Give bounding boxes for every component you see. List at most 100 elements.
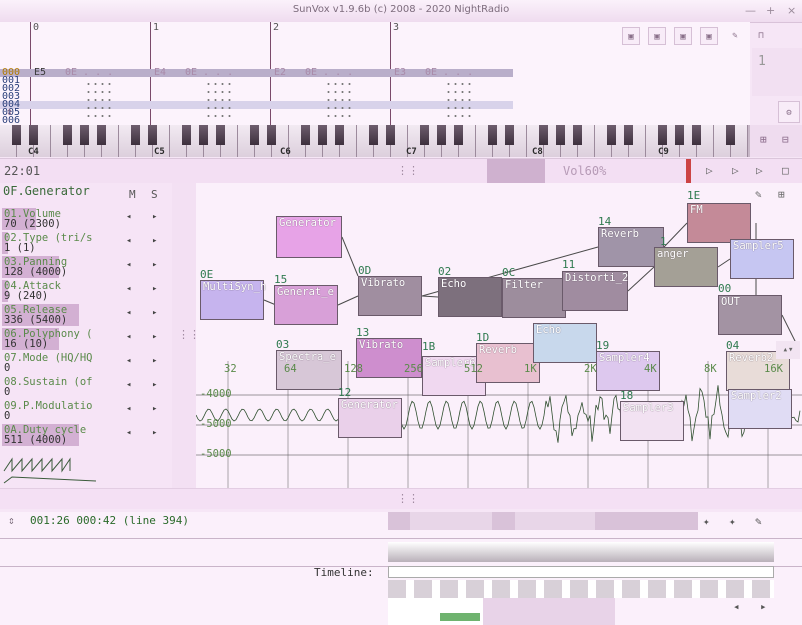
piano-black-key[interactable] xyxy=(658,125,667,145)
piano-black-key[interactable] xyxy=(386,125,395,145)
param-slider[interactable]: 08.Sustain (of 0 ◂ ▸ xyxy=(2,376,168,398)
close-button[interactable]: × xyxy=(787,4,796,17)
pattern-note[interactable]: E3 xyxy=(394,67,406,78)
param-slider[interactable]: 07.Mode (HQ/HQ 0 ◂ ▸ xyxy=(2,352,168,374)
piano-black-key[interactable] xyxy=(692,125,701,145)
decrease-arrow-icon[interactable]: ◂ xyxy=(126,332,131,342)
module-node[interactable]: Sampler5 xyxy=(730,239,794,279)
edit-icon[interactable]: ▣ xyxy=(700,27,718,45)
increase-arrow-icon[interactable]: ▸ xyxy=(152,212,157,222)
module-node[interactable]: Echo xyxy=(438,277,502,317)
piano-black-key[interactable] xyxy=(573,125,582,145)
pin-icon[interactable]: ✦ xyxy=(703,515,710,528)
param-slider[interactable]: 01.Volume 70 (2300) ◂ ▸ xyxy=(2,208,168,230)
volume-label[interactable]: Vol60% xyxy=(563,164,606,178)
play-pattern-icon[interactable]: ▣ xyxy=(622,27,640,45)
decrease-arrow-icon[interactable]: ◂ xyxy=(126,284,131,294)
pattern-note[interactable]: 0E . . . xyxy=(425,67,473,78)
module-node[interactable]: Distorti_2 xyxy=(562,271,628,311)
decrease-arrow-icon[interactable]: ◂ xyxy=(126,404,131,414)
octave-scroll-icon[interactable]: ⇕ xyxy=(6,105,13,118)
pencil-icon[interactable]: ✎ xyxy=(755,515,762,528)
piano-black-key[interactable] xyxy=(318,125,327,145)
mute-button[interactable]: M xyxy=(129,188,136,201)
increase-arrow-icon[interactable]: ▸ xyxy=(152,404,157,414)
increase-arrow-icon[interactable]: ▸ xyxy=(152,332,157,342)
zoom-in-icon[interactable]: ⊞ xyxy=(760,133,767,146)
increase-arrow-icon[interactable]: ▸ xyxy=(152,428,157,438)
timeline-track[interactable] xyxy=(388,542,774,562)
pin-icon[interactable]: ✦ xyxy=(729,515,736,528)
piano-black-key[interactable] xyxy=(420,125,429,145)
piano-black-key[interactable] xyxy=(12,125,21,145)
module-node[interactable]: Echo xyxy=(533,323,597,363)
module-node[interactable]: anger xyxy=(654,247,718,287)
record-icon[interactable]: ▣ xyxy=(648,27,666,45)
param-slider[interactable]: 0A.Duty cycle 511 (4000) ◂ ▸ xyxy=(2,424,168,446)
piano-black-key[interactable] xyxy=(29,125,38,145)
settings-icon[interactable]: ⚙ xyxy=(778,101,800,123)
piano-keyboard[interactable]: C4 C5 C6 C7 C8 C9 xyxy=(0,125,750,157)
maximize-button[interactable]: + xyxy=(766,4,775,17)
piano-black-key[interactable] xyxy=(675,125,684,145)
stop-icon[interactable]: □ xyxy=(782,164,789,177)
module-node[interactable]: Sampler2 xyxy=(728,389,792,429)
lock-icon[interactable]: ⊓ xyxy=(752,27,770,45)
pencil-icon[interactable]: ✎ xyxy=(726,27,744,45)
module-node[interactable]: MultiSyn_h xyxy=(200,280,264,320)
module-node[interactable]: Generat_e xyxy=(274,285,338,325)
piano-black-key[interactable] xyxy=(335,125,344,145)
minimize-button[interactable]: — xyxy=(745,4,756,17)
scroll-left-icon[interactable]: ◂ xyxy=(733,600,740,613)
piano-black-key[interactable] xyxy=(148,125,157,145)
play-icon[interactable]: ▷ xyxy=(706,164,713,177)
timeline-panel[interactable]: ⇕ 001:26 000:42 (line 394) ✦ ✦ ✎ Timelin… xyxy=(0,512,802,625)
piano-black-key[interactable] xyxy=(624,125,633,145)
decrease-arrow-icon[interactable]: ◂ xyxy=(126,260,131,270)
module-node[interactable]: Sampler3 xyxy=(620,401,684,441)
play-pattern-icon[interactable]: ▷ xyxy=(756,164,763,177)
decrease-arrow-icon[interactable]: ◂ xyxy=(126,308,131,318)
timeline-scrollbar[interactable] xyxy=(388,566,774,578)
decrease-arrow-icon[interactable]: ◂ xyxy=(126,236,131,246)
increase-arrow-icon[interactable]: ▸ xyxy=(152,380,157,390)
piano-black-key[interactable] xyxy=(267,125,276,145)
scroll-right-icon[interactable]: ▸ xyxy=(760,600,767,613)
module-node[interactable]: Generator xyxy=(338,398,402,438)
module-graph[interactable]: MultiSyn_h 0E Generator Generat_e 15 Vibrato 0… xyxy=(196,183,802,488)
decrease-arrow-icon[interactable]: ◂ xyxy=(126,212,131,222)
loop-icon[interactable]: ▣ xyxy=(674,27,692,45)
zoom-out-icon[interactable]: ⊟ xyxy=(782,133,789,146)
param-slider[interactable]: 05.Release 336 (5400) ◂ ▸ xyxy=(2,304,168,326)
graph-scroll-icon[interactable]: ▴▾ xyxy=(776,341,800,359)
pattern-note[interactable]: E5 xyxy=(34,67,46,78)
module-node[interactable]: OUT xyxy=(718,295,782,335)
piano-black-key[interactable] xyxy=(505,125,514,145)
piano-black-key[interactable] xyxy=(454,125,463,145)
module-node[interactable]: FM xyxy=(687,203,751,243)
piano-black-key[interactable] xyxy=(250,125,259,145)
pattern-note[interactable]: 0E . . . xyxy=(185,67,233,78)
increase-arrow-icon[interactable]: ▸ xyxy=(152,356,157,366)
module-node[interactable]: Filter xyxy=(502,278,566,318)
increase-arrow-icon[interactable]: ▸ xyxy=(152,260,157,270)
piano-black-key[interactable] xyxy=(607,125,616,145)
piano-black-key[interactable] xyxy=(301,125,310,145)
pattern-note[interactable]: E4 xyxy=(154,67,166,78)
increase-arrow-icon[interactable]: ▸ xyxy=(152,308,157,318)
piano-black-key[interactable] xyxy=(63,125,72,145)
piano-black-key[interactable] xyxy=(437,125,446,145)
drag-handle-icon[interactable]: ⋮⋮ xyxy=(397,492,419,505)
decrease-arrow-icon[interactable]: ◂ xyxy=(126,428,131,438)
piano-black-key[interactable] xyxy=(539,125,548,145)
piano-black-key[interactable] xyxy=(488,125,497,145)
decrease-arrow-icon[interactable]: ◂ xyxy=(126,356,131,366)
param-slider[interactable]: 04.Attack 9 (240) ◂ ▸ xyxy=(2,280,168,302)
decrease-arrow-icon[interactable]: ◂ xyxy=(126,380,131,390)
piano-black-key[interactable] xyxy=(131,125,140,145)
module-node[interactable]: Vibrato xyxy=(358,276,422,316)
piano-black-key[interactable] xyxy=(369,125,378,145)
module-node[interactable]: Generator xyxy=(276,216,342,258)
param-slider[interactable]: 09.P.Modulatio 0 ◂ ▸ xyxy=(2,400,168,422)
pattern-note[interactable]: E2 xyxy=(274,67,286,78)
